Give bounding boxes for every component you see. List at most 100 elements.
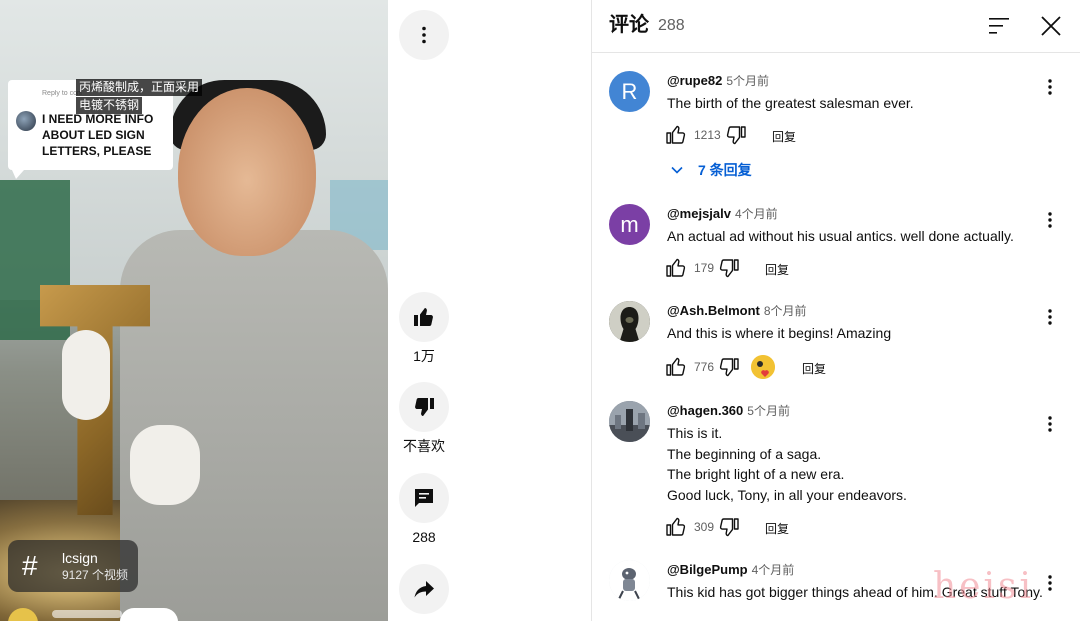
comment-author[interactable]: @Ash.Belmont xyxy=(667,303,760,318)
channel-strip xyxy=(8,608,308,621)
hashtag-chip[interactable]: # lcsign 9127 个视频 xyxy=(8,540,138,592)
channel-avatar[interactable] xyxy=(8,608,38,621)
comment-avatar[interactable] xyxy=(609,401,650,442)
comment-reply-button[interactable]: 回复 xyxy=(772,128,796,145)
comment-menu-button[interactable] xyxy=(1038,305,1062,329)
comment-icon xyxy=(415,489,433,507)
sort-button[interactable] xyxy=(986,12,1014,40)
thumb-up-icon[interactable] xyxy=(664,355,688,379)
more-vert-icon xyxy=(1048,79,1052,95)
hashtag-icon: # xyxy=(22,550,38,581)
comment-time[interactable]: 4个月前 xyxy=(752,563,795,577)
hashtag-name: lcsign xyxy=(62,550,98,566)
comment-time[interactable]: 5个月前 xyxy=(747,404,790,418)
sticker-avatar xyxy=(16,111,36,131)
thumb-up-icon[interactable] xyxy=(664,515,688,539)
comment-meta: @mejsjalv 4个月前 xyxy=(667,205,778,223)
hashtag-video-count: 9127 个视频 xyxy=(62,568,129,582)
comment-author[interactable]: @mejsjalv xyxy=(667,206,731,221)
share-icon xyxy=(414,581,434,598)
thumb-up-icon[interactable] xyxy=(664,256,688,280)
like-button[interactable] xyxy=(399,292,449,342)
comment-avatar[interactable] xyxy=(609,301,650,342)
comment-text: This kid has got bigger things ahead of … xyxy=(667,584,1043,600)
comment-avatar[interactable]: m xyxy=(609,204,650,245)
action-rail: 1万 不喜欢 288 xyxy=(388,0,591,621)
comment-author[interactable]: @hagen.360 xyxy=(667,403,743,418)
comment-time[interactable]: 4个月前 xyxy=(735,207,778,221)
comment-like-count: 1213 xyxy=(694,128,721,142)
hooded-figure-icon xyxy=(609,301,650,342)
comment-actions: 1213 回复 xyxy=(664,123,964,147)
comment-text: An actual ad without his usual antics. w… xyxy=(667,228,1014,244)
comment-menu-button[interactable] xyxy=(1038,208,1062,232)
comment-actions: 179 回复 xyxy=(664,256,964,280)
comment-text: This is it. The beginning of a saga. The… xyxy=(667,425,907,503)
more-vert-icon xyxy=(422,26,426,44)
replies-count-label: 7 条回复 xyxy=(698,162,752,178)
more-options-button[interactable] xyxy=(399,10,449,60)
chevron-down-icon xyxy=(671,166,683,174)
subscribe-button[interactable] xyxy=(120,608,178,621)
view-replies-button[interactable]: 7 条回复 xyxy=(670,160,752,180)
thumb-down-icon xyxy=(415,398,434,416)
comment-menu-button[interactable] xyxy=(1038,75,1062,99)
comment-like-count: 776 xyxy=(694,360,715,374)
sort-icon xyxy=(989,18,1009,34)
thumb-up-icon[interactable] xyxy=(664,123,688,147)
thumb-down-icon[interactable] xyxy=(717,355,741,379)
comment-avatar[interactable] xyxy=(609,560,650,601)
comments-title: 评论 xyxy=(609,14,649,36)
like-count: 1万 xyxy=(413,348,435,364)
more-vert-icon xyxy=(1048,309,1052,325)
thumb-down-icon[interactable] xyxy=(717,515,741,539)
dislike-label: 不喜欢 xyxy=(403,438,445,454)
comment-menu-button[interactable] xyxy=(1038,571,1062,595)
thumb-down-icon[interactable] xyxy=(717,256,741,280)
comment-author[interactable]: @BilgePump xyxy=(667,562,748,577)
dislike-button[interactable] xyxy=(399,382,449,432)
comment-like-count: 309 xyxy=(694,520,715,534)
comment-reply-button[interactable]: 回复 xyxy=(802,360,826,377)
video-caption-line-1: 丙烯酸制成，正面采用 xyxy=(76,79,203,96)
share-button[interactable] xyxy=(399,564,449,614)
comment-actions: 309 回复 xyxy=(664,515,964,539)
comment-like-count: 179 xyxy=(694,261,715,275)
comment-time[interactable]: 8个月前 xyxy=(764,304,807,318)
comment-reply-button[interactable]: 回复 xyxy=(765,520,789,537)
comment-reply-button[interactable]: 回复 xyxy=(765,261,789,278)
cartoon-character-icon xyxy=(609,560,650,601)
channel-name[interactable] xyxy=(52,610,122,618)
street-photo-icon xyxy=(609,401,650,442)
video-glove-right xyxy=(130,425,200,505)
sticker-text: I NEED MORE INFO ABOUT LED SIGN LETTERS,… xyxy=(42,112,154,158)
comment-meta: @Ash.Belmont 8个月前 xyxy=(667,302,807,320)
comment-author[interactable]: @rupe82 xyxy=(667,73,722,88)
video-glove-left xyxy=(62,330,110,420)
more-vert-icon xyxy=(1048,575,1052,591)
comment-actions: 776 回复 xyxy=(664,355,964,379)
comments-count: 288 xyxy=(658,17,685,34)
thumb-up-icon xyxy=(414,308,433,326)
comments-button[interactable] xyxy=(399,473,449,523)
close-icon xyxy=(1041,16,1061,36)
video-caption-line-2: 电镀不锈钢 xyxy=(76,97,143,114)
comment-menu-button[interactable] xyxy=(1038,412,1062,436)
comment-text: The birth of the greatest salesman ever. xyxy=(667,95,914,111)
comment-avatar[interactable]: R xyxy=(609,71,650,112)
comment-text: And this is where it begins! Amazing xyxy=(667,325,892,341)
comments-panel: 评论 288 R @rupe82 5个月前 The birth of the gr… xyxy=(591,0,1080,621)
more-vert-icon xyxy=(1048,416,1052,432)
comments-header: 评论 288 xyxy=(592,0,1080,53)
more-vert-icon xyxy=(1048,212,1052,228)
creator-heart-icon xyxy=(751,355,775,379)
comment-meta: @BilgePump 4个月前 xyxy=(667,561,794,579)
comment-meta: @hagen.360 5个月前 xyxy=(667,402,790,420)
close-button[interactable] xyxy=(1036,11,1066,41)
video-player[interactable]: Reply to comment I NEED MORE INFO ABOUT … xyxy=(0,0,388,621)
comment-meta: @rupe82 5个月前 xyxy=(667,72,769,90)
thumb-down-icon[interactable] xyxy=(724,123,748,147)
comment-time[interactable]: 5个月前 xyxy=(726,74,769,88)
comment-count: 288 xyxy=(412,529,436,545)
video-person-head xyxy=(178,88,316,256)
